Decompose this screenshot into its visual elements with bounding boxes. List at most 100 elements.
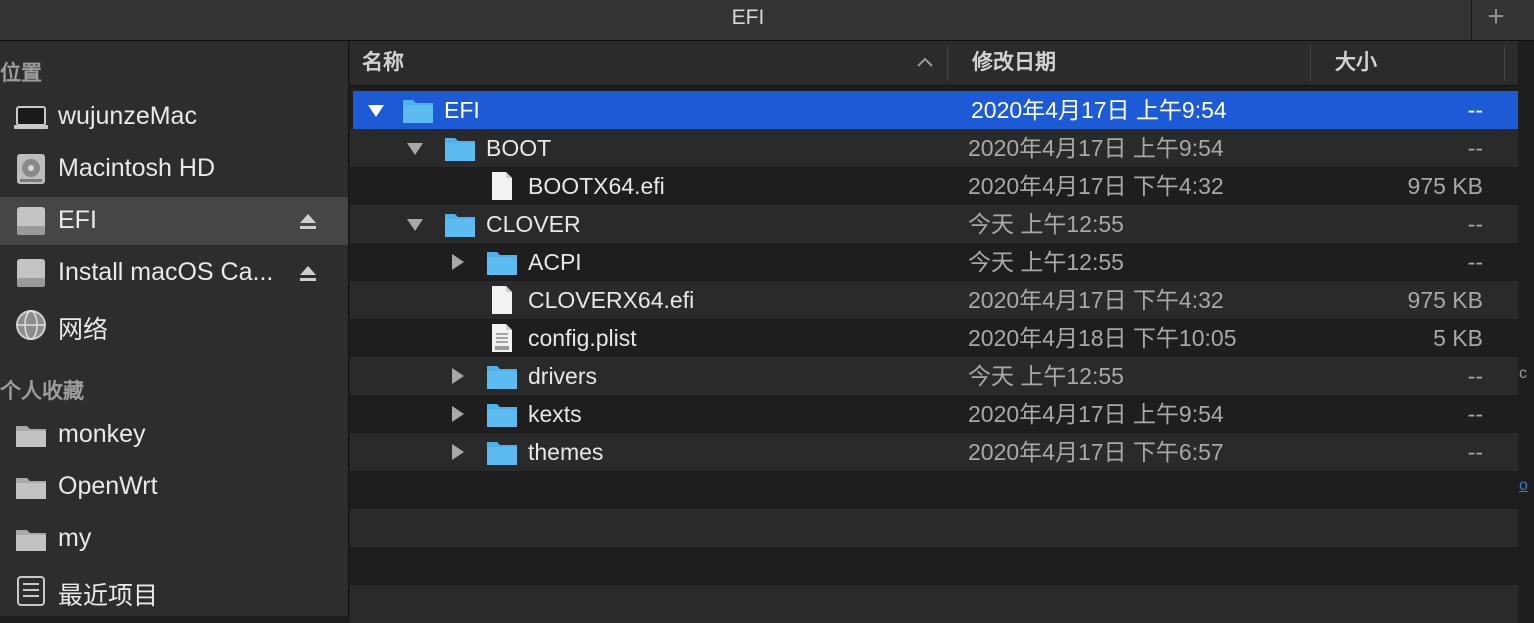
file-name: themes — [528, 439, 604, 465]
background-link-fragment: o — [1519, 477, 1528, 494]
sidebar-item-network[interactable]: 网络 — [0, 301, 348, 349]
disclosure-open-icon[interactable] — [406, 140, 424, 156]
table-row[interactable]: themes 2020年4月17日 下午6:57 -- — [350, 433, 1518, 471]
sidebar-item-openwrt[interactable]: OpenWrt — [0, 463, 348, 511]
file-date: 今天 上午12:55 — [968, 249, 1124, 275]
disclosure-closed-icon[interactable] — [448, 406, 466, 422]
file-date: 2020年4月17日 下午6:57 — [968, 439, 1224, 465]
folder-icon — [16, 530, 46, 551]
background-text-fragment: c — [1519, 365, 1527, 382]
file-date: 今天 上午12:55 — [968, 211, 1124, 237]
column-header-name[interactable]: 名称 — [362, 41, 404, 85]
recents-icon — [17, 576, 45, 606]
file-size: -- — [1467, 401, 1483, 427]
harddisk-icon — [17, 154, 45, 184]
folder-icon — [487, 366, 517, 389]
sidebar-item-label: Install macOS Ca... — [58, 258, 274, 286]
eject-icon[interactable] — [298, 211, 318, 231]
sidebar-item-macintosh-hd[interactable]: Macintosh HD — [0, 145, 348, 193]
column-header-size[interactable]: 大小 — [1335, 41, 1377, 85]
disclosure-closed-icon[interactable] — [448, 368, 466, 384]
file-name: BOOTX64.efi — [528, 173, 665, 199]
column-header-bar: 名称 修改日期 大小 — [350, 41, 1518, 86]
file-name: kexts — [528, 401, 582, 427]
empty-row — [350, 547, 1518, 585]
column-divider[interactable] — [1504, 47, 1505, 81]
table-row[interactable]: drivers 今天 上午12:55 -- — [350, 357, 1518, 395]
file-date: 2020年4月17日 下午4:32 — [968, 173, 1224, 199]
column-divider[interactable] — [947, 47, 948, 81]
sidebar-item-label: Macintosh HD — [58, 154, 215, 182]
table-row[interactable]: kexts 2020年4月17日 上午9:54 -- — [350, 395, 1518, 433]
sidebar-item-monkey[interactable]: monkey — [0, 411, 348, 459]
file-date: 2020年4月17日 下午4:32 — [968, 287, 1224, 313]
file-date: 2020年4月17日 上午9:54 — [968, 401, 1224, 427]
file-date: 2020年4月17日 上午9:54 — [968, 135, 1224, 161]
file-name: CLOVER — [486, 211, 581, 237]
sidebar-header-favorites: 个人收藏 — [0, 380, 84, 403]
sort-ascending-icon[interactable] — [916, 55, 934, 69]
disclosure-closed-icon[interactable] — [448, 444, 466, 460]
file-date: 2020年4月17日 上午9:54 — [971, 97, 1227, 123]
file-date: 2020年4月18日 下午10:05 — [968, 325, 1237, 351]
table-row[interactable]: CLOVERX64.efi 2020年4月17日 下午4:32 975 KB — [350, 281, 1518, 319]
file-name: drivers — [528, 363, 598, 389]
sidebar-item-label: OpenWrt — [58, 472, 158, 500]
new-tab-button[interactable]: + — [1471, 0, 1520, 40]
sidebar-item-label: 最近项目 — [58, 582, 159, 610]
column-header-date[interactable]: 修改日期 — [972, 41, 1056, 85]
sidebar: 位置 wujunzeMac Macintosh HD EFI Install m… — [0, 41, 349, 616]
sidebar-item-label: my — [58, 524, 92, 552]
empty-row — [350, 585, 1518, 623]
title-bar: EFI + — [0, 0, 1534, 41]
folder-icon — [16, 478, 46, 499]
file-size: 5 KB — [1433, 325, 1483, 351]
file-icon — [492, 172, 512, 200]
table-row[interactable]: CLOVER 今天 上午12:55 -- — [350, 205, 1518, 243]
file-name: config.plist — [528, 325, 637, 351]
sidebar-item-install-macos[interactable]: Install macOS Ca... — [0, 249, 348, 297]
background-window-edge — [1518, 41, 1534, 616]
sidebar-item-label: monkey — [58, 420, 146, 448]
file-date: 今天 上午12:55 — [968, 363, 1124, 389]
disclosure-closed-icon[interactable] — [448, 254, 466, 270]
sidebar-item-label: 网络 — [58, 316, 109, 344]
sidebar-header-locations: 位置 — [0, 62, 42, 85]
table-row[interactable]: config.plist 2020年4月18日 下午10:05 5 KB — [350, 319, 1518, 357]
file-size: -- — [1467, 97, 1483, 123]
eject-icon[interactable] — [298, 263, 318, 283]
folder-icon — [403, 100, 433, 123]
file-size: -- — [1467, 363, 1483, 389]
folder-icon — [445, 214, 475, 237]
plist-file-icon — [492, 324, 512, 352]
file-icon — [492, 286, 512, 314]
disclosure-open-icon[interactable] — [367, 102, 385, 118]
sidebar-item-my[interactable]: my — [0, 515, 348, 563]
empty-row — [350, 509, 1518, 547]
laptop-icon — [14, 106, 48, 129]
table-row[interactable]: EFI 2020年4月17日 上午9:54 -- — [353, 91, 1518, 129]
window-title: EFI — [731, 6, 765, 29]
folder-icon — [487, 404, 517, 427]
disclosure-open-icon[interactable] — [406, 216, 424, 232]
folder-icon — [487, 252, 517, 275]
folder-icon — [487, 442, 517, 465]
table-row[interactable]: BOOT 2020年4月17日 上午9:54 -- — [350, 129, 1518, 167]
file-name: BOOT — [486, 135, 552, 161]
file-size: 975 KB — [1407, 287, 1483, 313]
drive-icon — [17, 207, 45, 235]
file-size: -- — [1467, 211, 1483, 237]
empty-row — [350, 471, 1518, 509]
globe-icon — [16, 310, 46, 340]
file-size: -- — [1467, 249, 1483, 275]
folder-icon — [16, 426, 46, 447]
column-divider[interactable] — [1310, 47, 1311, 81]
table-row[interactable]: ACPI 今天 上午12:55 -- — [350, 243, 1518, 281]
table-row[interactable]: BOOTX64.efi 2020年4月17日 下午4:32 975 KB — [350, 167, 1518, 205]
file-size: -- — [1467, 135, 1483, 161]
sidebar-item-wujunzemac[interactable]: wujunzeMac — [0, 93, 348, 141]
sidebar-item-recents[interactable]: 最近项目 — [0, 567, 348, 615]
sidebar-item-label: EFI — [58, 206, 97, 234]
file-size: -- — [1467, 439, 1483, 465]
sidebar-item-efi[interactable]: EFI — [0, 197, 348, 245]
